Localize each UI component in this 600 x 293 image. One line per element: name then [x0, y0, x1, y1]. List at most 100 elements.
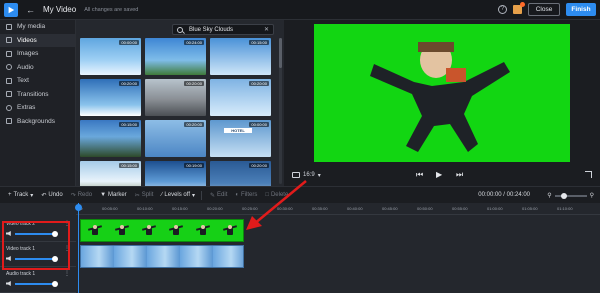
- video-grid: 00:00:00 00:24:00 00:15:00 00:20:00 00:2…: [80, 38, 278, 198]
- clear-search-icon[interactable]: ✕: [264, 26, 269, 33]
- text-icon: [6, 77, 12, 84]
- speaker-icon[interactable]: [6, 281, 11, 286]
- zoom-slider[interactable]: [554, 192, 587, 199]
- duration-badge: 00:15:00: [119, 122, 139, 127]
- marker-button[interactable]: ▼ Marker: [100, 192, 127, 198]
- zoom-out-icon[interactable]: ⚲: [547, 192, 551, 199]
- clip-frame: [114, 224, 129, 237]
- clip-frame: [141, 224, 156, 237]
- sidebar-item-label: Transitions: [17, 90, 49, 98]
- duration-badge: 00:00:00: [249, 122, 269, 127]
- sidebar-item-text[interactable]: Text: [0, 74, 75, 88]
- skip-forward-icon[interactable]: ⏭: [456, 170, 463, 180]
- ruler-tick: 00:20:00: [207, 206, 223, 211]
- playhead[interactable]: [75, 203, 82, 293]
- track-menu-icon[interactable]: ⋮: [64, 270, 70, 277]
- ruler-tick: 00:10:00: [137, 206, 153, 211]
- video-thumbnail[interactable]: 00:00:00: [80, 38, 141, 75]
- clip-frame: [168, 224, 183, 237]
- video-preview-canvas: [314, 24, 570, 162]
- video-thumbnail[interactable]: 00:15:00: [80, 120, 141, 157]
- plus-icon: +: [8, 192, 12, 198]
- fullscreen-icon[interactable]: [585, 171, 592, 178]
- sidebar-item-videos[interactable]: Videos: [0, 33, 75, 47]
- hotel-sign: HOTEL: [224, 128, 252, 133]
- video-thumbnail[interactable]: 00:20:00: [210, 79, 271, 116]
- media-sidebar: My media Videos Images Audio Text Transi…: [0, 20, 76, 186]
- play-icon[interactable]: ▶: [436, 170, 442, 179]
- video-thumbnail[interactable]: 00:24:00: [145, 38, 206, 75]
- video-thumbnail[interactable]: 00:20:00: [80, 79, 141, 116]
- chevron-down-icon: ▾: [30, 192, 34, 199]
- volume-slider[interactable]: [15, 280, 58, 287]
- image-icon: [6, 50, 12, 57]
- split-button[interactable]: ✂ Split: [135, 192, 154, 199]
- question-icon[interactable]: ?: [498, 5, 507, 14]
- clip-frame: [195, 224, 210, 237]
- edit-button[interactable]: ✎ Edit: [210, 192, 227, 199]
- duration-badge: 00:20:00: [184, 122, 204, 127]
- undo-label: Undo: [48, 192, 63, 198]
- toolbar-divider: [201, 190, 202, 200]
- ruler-tick: 00:45:00: [382, 206, 398, 211]
- finish-button[interactable]: Finish: [566, 3, 596, 16]
- music-icon: [6, 64, 12, 71]
- search-value[interactable]: Blue Sky Clouds: [189, 27, 233, 33]
- scrollbar-thumb[interactable]: [279, 38, 282, 68]
- sidebar-item-audio[interactable]: Audio: [0, 61, 75, 75]
- sidebar-item-backgrounds[interactable]: Backgrounds: [0, 115, 75, 129]
- video-thumbnail[interactable]: 00:20:00: [145, 120, 206, 157]
- media-scrollbar[interactable]: [279, 38, 282, 184]
- video-thumbnail[interactable]: 00:15:00: [210, 38, 271, 75]
- chevron-down-icon: ▾: [317, 172, 321, 179]
- ruler-tick: 00:05:00: [102, 206, 118, 211]
- preview-controls: 16:9 ▾ ⏮ ▶ ⏭: [284, 166, 600, 184]
- backgrounds-icon: [6, 118, 12, 125]
- edit-label: Edit: [217, 192, 228, 198]
- notification-dot: [520, 2, 525, 7]
- sidebar-item-images[interactable]: Images: [0, 47, 75, 61]
- gift-icon[interactable]: [513, 2, 525, 14]
- media-library-panel: Blue Sky Clouds ✕ 00:00:00 00:24:00 00:1…: [76, 20, 284, 198]
- search-input[interactable]: Blue Sky Clouds ✕: [172, 24, 274, 35]
- video-thumbnail[interactable]: HOTEL 00:00:00: [210, 120, 271, 157]
- video-icon: [6, 37, 12, 44]
- ruler-tick: 00:40:00: [347, 206, 363, 211]
- zoom-slider-knob[interactable]: [560, 192, 567, 199]
- ruler-tick: 00:35:00: [312, 206, 328, 211]
- ruler-tick: 00:55:00: [452, 206, 468, 211]
- marker-label: Marker: [108, 192, 127, 198]
- duration-badge: 00:20:00: [119, 81, 139, 86]
- add-track-button[interactable]: + Track ▾: [8, 192, 33, 199]
- zoom-in-icon[interactable]: ⚲: [590, 192, 594, 199]
- sidebar-item-transitions[interactable]: Transitions: [0, 88, 75, 102]
- chevron-down-icon: ▾: [191, 192, 195, 199]
- sidebar-item-my-media[interactable]: My media: [0, 20, 75, 34]
- zoom-control[interactable]: ⚲ ⚲: [547, 192, 594, 199]
- redo-button[interactable]: ↷ Redo: [71, 192, 92, 199]
- skip-back-icon[interactable]: ⏮: [416, 170, 423, 180]
- ruler-tick: 00:15:00: [172, 206, 188, 211]
- playhead-handle[interactable]: [75, 204, 82, 211]
- sidebar-item-label: Videos: [17, 36, 37, 44]
- volume-slider-knob[interactable]: [52, 280, 58, 287]
- project-title[interactable]: My Video: [43, 5, 76, 14]
- folder-icon: [6, 23, 12, 30]
- back-arrow-icon[interactable]: ←: [26, 5, 35, 15]
- duration-badge: 00:20:00: [249, 163, 269, 168]
- levels-dropdown[interactable]: ∕ Levels off ▾: [161, 192, 195, 199]
- track-volume: [6, 280, 58, 287]
- transitions-icon: [6, 91, 12, 98]
- pencil-icon: ✎: [210, 192, 216, 199]
- sidebar-item-extras[interactable]: Extras: [0, 101, 75, 115]
- undo-button[interactable]: ↶ Undo: [41, 192, 62, 199]
- video-thumbnail[interactable]: 00:20:00: [145, 79, 206, 116]
- sky-clip[interactable]: [80, 245, 244, 268]
- annotation-arrow: [246, 180, 307, 230]
- close-button[interactable]: Close: [528, 3, 560, 16]
- sidebar-item-label: Backgrounds: [17, 117, 55, 125]
- green-screen-clip[interactable]: [80, 219, 244, 242]
- redo-icon: ↷: [70, 192, 76, 199]
- save-status: All changes are saved: [84, 6, 139, 13]
- time-ruler[interactable]: 00 00:05:00 00:10:00 00:15:00 00:20:00 0…: [76, 203, 600, 215]
